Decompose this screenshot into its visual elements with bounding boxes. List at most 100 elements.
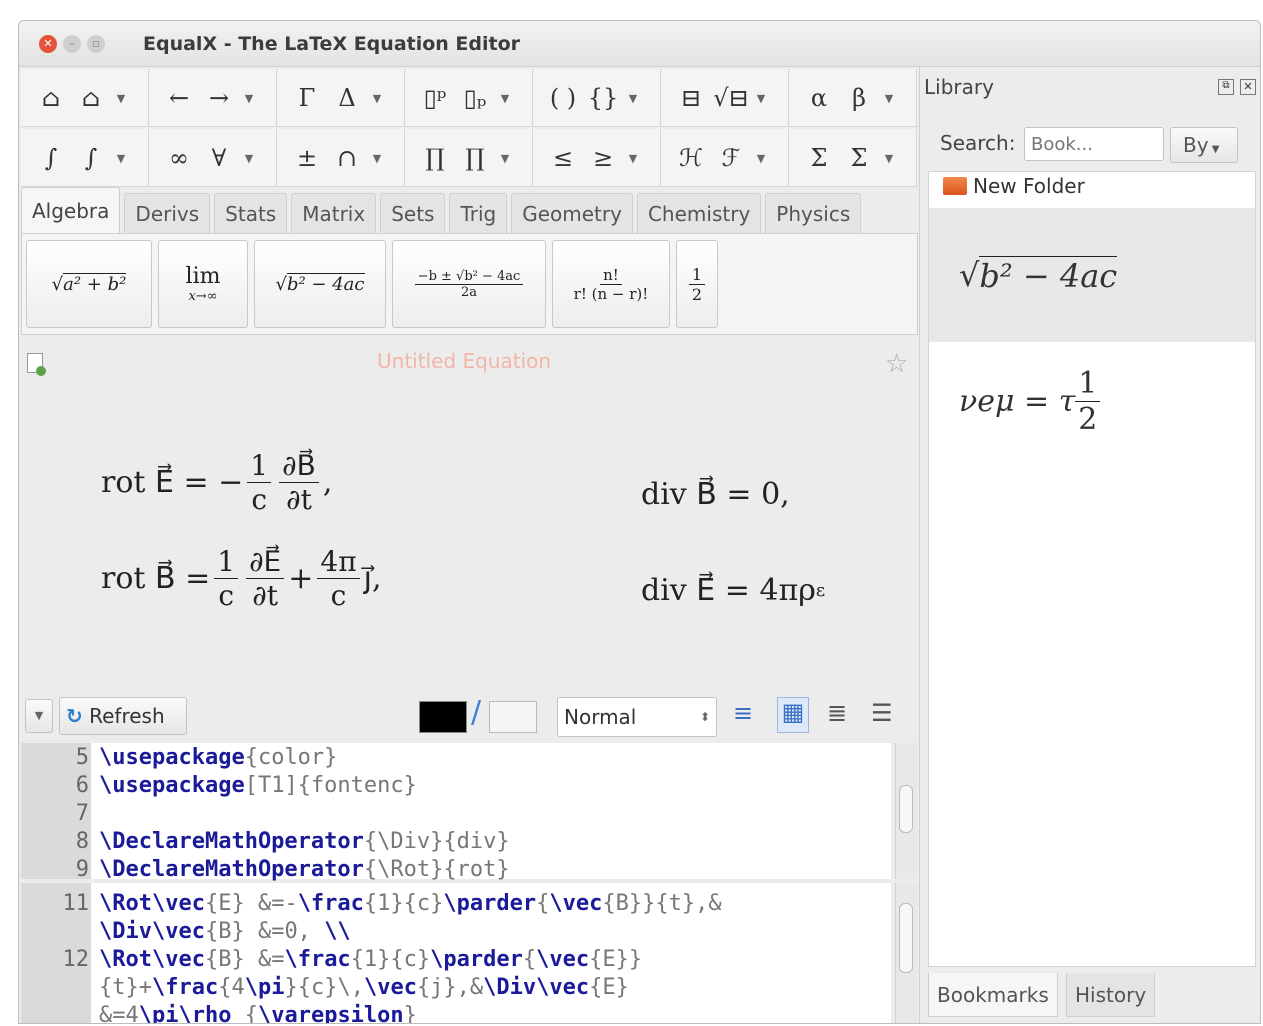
align-left-icon[interactable]: ☰ (871, 699, 893, 727)
group-dropdown-icon[interactable]: ▼ (751, 152, 771, 165)
group-dropdown-icon[interactable]: ▼ (879, 152, 899, 165)
category-tabs: Algebra Derivs Stats Matrix Sets Trig Geometry… (21, 187, 918, 233)
library-folder[interactable]: New Folder (943, 174, 1085, 198)
group-dropdown-icon[interactable]: ▼ (239, 152, 259, 165)
group-dropdown-icon[interactable]: ▼ (111, 152, 131, 165)
group-dropdown-icon[interactable]: ▼ (495, 92, 515, 105)
toolbar-group-script-letters: ℋ ℱ ▼ (661, 129, 789, 187)
equation-preview[interactable]: Untitled Equation ☆ rot E⃗ = − 1c ∂B⃗ ∂t … (21, 339, 918, 689)
greek-upper-symbol-2-icon[interactable]: Δ (327, 84, 367, 112)
formula-button-half[interactable]: 12 (676, 240, 718, 328)
superscript-symbol-2-icon[interactable]: ▯ₚ (455, 84, 495, 112)
superscript-symbol-1-icon[interactable]: ▯ᵖ (415, 84, 455, 112)
logic-symbol-2-icon[interactable]: ∀ (199, 144, 239, 172)
group-dropdown-icon[interactable]: ▼ (239, 92, 259, 105)
tab-matrix[interactable]: Matrix (291, 193, 377, 233)
code-line: \DeclareMathOperator{\Div}{div} (99, 829, 510, 854)
fraction-symbol-1-icon[interactable]: ⊟ (671, 84, 711, 112)
relations-symbol-1-icon[interactable]: ≤ (543, 144, 583, 172)
code-argument: {color} (244, 745, 338, 770)
greek-upper-symbol-1-icon[interactable]: Γ (287, 84, 327, 112)
equation-code-scrollbar[interactable] (895, 883, 917, 1023)
background-color-swatch[interactable] (489, 701, 537, 733)
group-dropdown-icon[interactable]: ▼ (367, 152, 387, 165)
code-argument: _{ (231, 1003, 258, 1024)
fraction-symbol-2-icon[interactable]: √⊟ (711, 84, 751, 112)
favorite-star-icon[interactable]: ☆ (885, 349, 908, 379)
tab-trig[interactable]: Trig (449, 193, 508, 233)
formula-button-pythagoras[interactable]: √ a² + b² (26, 240, 152, 328)
template-symbol-2-icon[interactable]: ⌂ (71, 84, 111, 112)
line-number: 5 (75, 745, 89, 770)
align-top-icon[interactable]: ≡ (733, 699, 753, 727)
brackets-symbol-1-icon[interactable]: ( ) (543, 84, 583, 112)
group-dropdown-icon[interactable]: ▼ (367, 92, 387, 105)
float-panel-icon[interactable]: ⧉ (1218, 79, 1234, 95)
library-search-input[interactable] (1024, 127, 1164, 161)
tab-history[interactable]: History (1066, 973, 1156, 1017)
preamble-scrollbar[interactable] (895, 743, 917, 879)
code-line: \Div\vec{B} &=0, \\ (99, 919, 351, 944)
relations-symbol-2-icon[interactable]: ≥ (583, 144, 623, 172)
sum-symbol-1-icon[interactable]: Σ (799, 144, 839, 172)
template-symbol-1-icon[interactable]: ⌂ (31, 84, 71, 112)
close-window-button[interactable]: ✕ (39, 35, 57, 53)
refresh-button[interactable]: ↻ Refresh (59, 697, 187, 735)
integral-symbol-2-icon[interactable]: ∫ (71, 144, 111, 172)
arrows-symbol-2-icon[interactable]: → (199, 84, 239, 112)
close-panel-icon[interactable]: ✕ (1240, 79, 1256, 95)
group-dropdown-icon[interactable]: ▼ (495, 152, 515, 165)
sqrt-icon: √ (959, 256, 980, 294)
tab-chemistry[interactable]: Chemistry (636, 193, 762, 233)
greek-lower-symbol-1-icon[interactable]: α (799, 84, 839, 112)
align-bottom-icon[interactable]: ≣ (827, 699, 847, 727)
toolbar-group-operators: ± ∩ ▼ (277, 129, 405, 187)
line-number: 11 (62, 891, 90, 916)
group-dropdown-icon[interactable]: ▼ (623, 152, 643, 165)
minimize-window-button[interactable]: – (63, 35, 81, 53)
tab-algebra[interactable]: Algebra (21, 187, 121, 233)
formula-button-limit[interactable]: lim x→∞ (158, 240, 248, 328)
code-command: \vec (363, 975, 417, 1000)
arrows-symbol-1-icon[interactable]: ← (159, 84, 199, 112)
library-item-discriminant[interactable]: √ b² − 4ac (929, 208, 1255, 342)
tab-derivs[interactable]: Derivs (124, 193, 211, 233)
scrollbar-thumb[interactable] (899, 785, 913, 833)
equation-row-1-right: div B⃗ = 0, (641, 477, 790, 512)
maximize-window-button[interactable]: ▫ (87, 35, 105, 53)
tab-sets[interactable]: Sets (380, 193, 446, 233)
font-size-select[interactable]: Normal ⬍ (557, 697, 717, 737)
operators-symbol-1-icon[interactable]: ± (287, 144, 327, 172)
group-dropdown-icon[interactable]: ▼ (879, 92, 899, 105)
tab-geometry[interactable]: Geometry (511, 193, 633, 233)
equation-code-editor[interactable]: 11 \Rot\vec{E} &=-\frac{1}{c}\parder{\vec… (21, 883, 891, 1024)
brackets-symbol-2-icon[interactable]: {} (583, 84, 623, 112)
formula-button-combination[interactable]: n! r! (n − r)! (552, 240, 670, 328)
sum-symbol-2-icon[interactable]: Σ (839, 144, 879, 172)
operators-symbol-2-icon[interactable]: ∩ (327, 144, 367, 172)
foreground-color-swatch[interactable] (419, 701, 467, 733)
product-symbol-2-icon[interactable]: ∏ (455, 144, 495, 172)
tab-physics[interactable]: Physics (765, 193, 862, 233)
group-dropdown-icon[interactable]: ▼ (751, 92, 771, 105)
formula-button-quadratic[interactable]: −b ± √b² − 4ac 2a (392, 240, 546, 328)
formula-button-discriminant[interactable]: √ b² − 4ac (254, 240, 386, 328)
sort-by-button[interactable]: By ▼ (1170, 127, 1238, 163)
menu-dropdown-button[interactable]: ▼ (25, 699, 53, 733)
greek-lower-symbol-2-icon[interactable]: β (839, 84, 879, 112)
group-dropdown-icon[interactable]: ▼ (111, 92, 131, 105)
tab-stats[interactable]: Stats (214, 193, 288, 233)
new-document-icon[interactable] (27, 353, 46, 376)
scrollbar-thumb[interactable] (899, 903, 913, 973)
render-controls-bar: ▼ ↻ Refresh / Normal ⬍ ≡ ▦ ≣ ☰ (21, 691, 918, 739)
tab-bookmarks[interactable]: Bookmarks (928, 973, 1058, 1017)
logic-symbol-1-icon[interactable]: ∞ (159, 144, 199, 172)
align-middle-icon[interactable]: ▦ (777, 697, 809, 733)
script-letters-symbol-1-icon[interactable]: ℋ (671, 144, 711, 172)
library-item-equation[interactable]: νeμ = τ 12 (959, 366, 1101, 437)
group-dropdown-icon[interactable]: ▼ (623, 92, 643, 105)
product-symbol-1-icon[interactable]: ∏ (415, 144, 455, 172)
integral-symbol-1-icon[interactable]: ∫ (31, 144, 71, 172)
script-letters-symbol-2-icon[interactable]: ℱ (711, 144, 751, 172)
preamble-code-editor[interactable]: 5 \usepackage{color} 6 \usepackage[T1]{font… (21, 743, 891, 882)
